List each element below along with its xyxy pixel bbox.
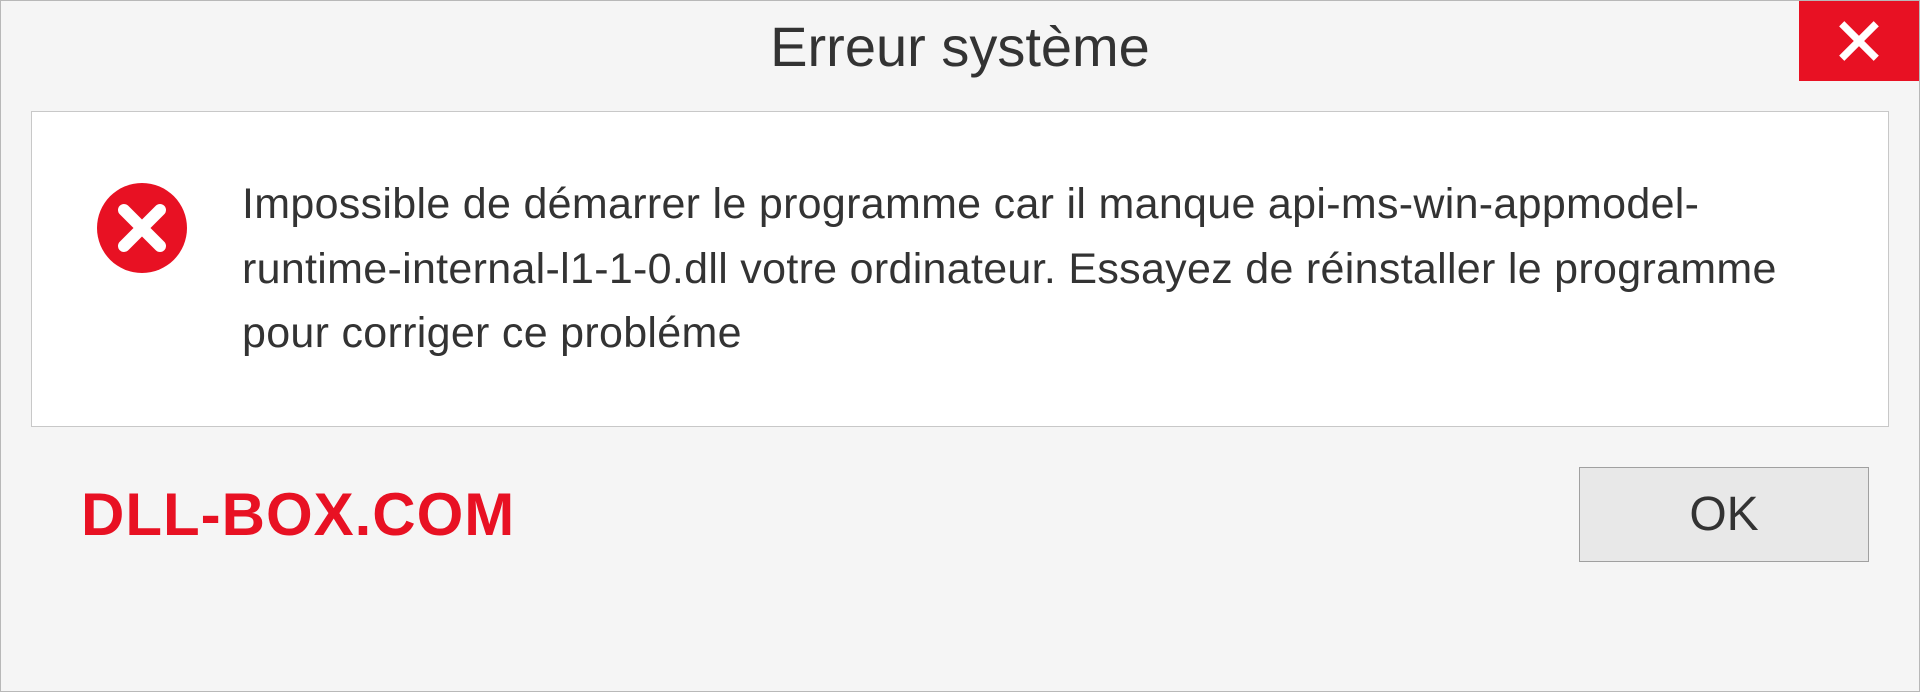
close-button[interactable] — [1799, 1, 1919, 81]
error-message: Impossible de démarrer le programme car … — [242, 172, 1808, 366]
watermark-text: DLL-BOX.COM — [81, 480, 515, 549]
error-dialog: Erreur système Impossible de démarrer le… — [0, 0, 1920, 692]
ok-button[interactable]: OK — [1579, 467, 1869, 562]
content-box: Impossible de démarrer le programme car … — [31, 111, 1889, 427]
close-icon — [1837, 19, 1881, 63]
error-icon — [92, 178, 192, 278]
dialog-footer: DLL-BOX.COM OK — [1, 447, 1919, 592]
dialog-title: Erreur système — [770, 14, 1150, 79]
titlebar: Erreur système — [1, 1, 1919, 91]
